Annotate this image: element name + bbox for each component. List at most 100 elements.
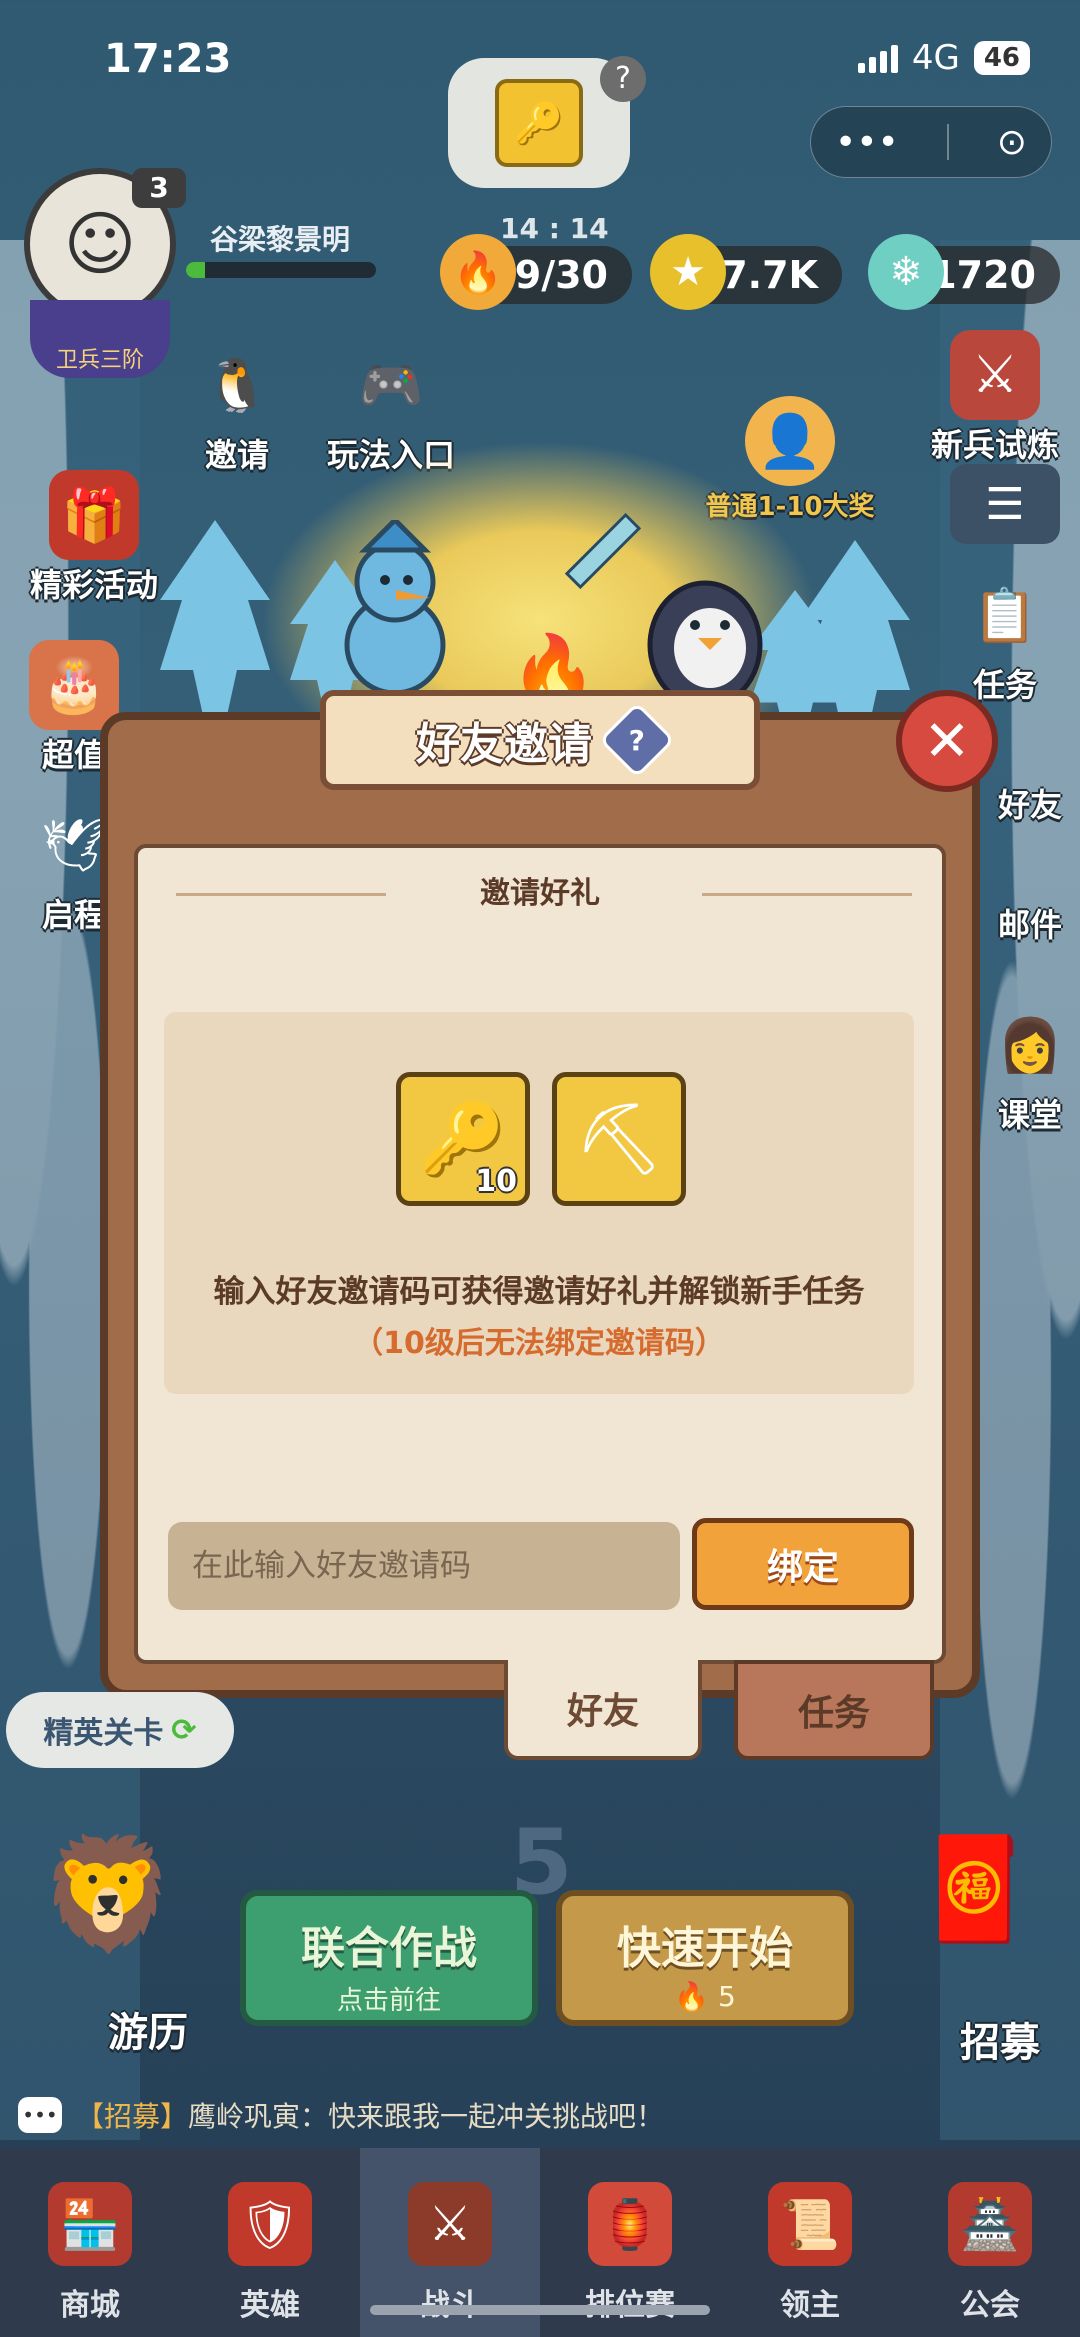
gem-value: 1720 xyxy=(930,253,1036,297)
snowman-character xyxy=(330,516,460,700)
reward-key-slot[interactable]: 🔑 10 xyxy=(396,1072,530,1206)
trial-label: 新兵试炼 xyxy=(930,426,1059,464)
section-title: 邀请好礼 xyxy=(480,876,600,911)
coop-subtitle: 点击前往 xyxy=(336,1986,441,2016)
player-xp-bar xyxy=(186,262,376,278)
key-icon: 🔑 xyxy=(495,79,583,167)
elite-stage-label: 精英关卡 xyxy=(43,1716,164,1751)
nav-lord[interactable]: 📜 领主 xyxy=(720,2148,900,2337)
tab-tasks[interactable]: 任务 xyxy=(734,1660,934,1760)
nav-shop-label: 商城 xyxy=(60,2288,120,2323)
invite-code-input[interactable] xyxy=(168,1522,680,1610)
gift-icon: 🎁 xyxy=(49,470,139,560)
nav-lord-label: 领主 xyxy=(780,2288,840,2323)
player-name: 谷梁黎景明 xyxy=(210,223,351,256)
prize-character-icon: 👤 xyxy=(745,396,835,486)
player-rank-banner: 卫兵三阶 xyxy=(30,300,170,378)
events-entry[interactable]: 🎁 精彩活动 xyxy=(24,470,164,606)
stamina-counter[interactable]: 🔥 19/30 xyxy=(440,234,632,310)
quick-start-button[interactable]: 快速开始 🔥 5 xyxy=(556,1890,854,2026)
pickaxe-icon: ⛏ xyxy=(574,1097,664,1180)
nav-shop[interactable]: 🏪 商城 xyxy=(0,2148,180,2337)
reward-key-count: 10 xyxy=(475,1164,517,1199)
nav-ranked-label: 排位赛 xyxy=(585,2280,675,2324)
dialog-title-plaque: 好友邀请 ? xyxy=(320,690,760,790)
help-icon[interactable]: ? xyxy=(598,701,676,779)
shop-icon: 🏪 xyxy=(48,2182,132,2266)
tasks-entry[interactable]: 📋 任务 xyxy=(950,570,1060,706)
mail-entry[interactable]: 邮件 xyxy=(980,900,1080,946)
dialog-title: 好友邀请 xyxy=(416,719,592,770)
events-label: 精彩活动 xyxy=(29,566,158,604)
gold-counter[interactable]: ★ 7.7K xyxy=(650,234,842,310)
elite-stage-button[interactable]: 精英关卡 ⟳ xyxy=(6,1692,234,1768)
invite-description: 输入好友邀请码可获得邀请好礼并解锁新手任务 xyxy=(213,1274,865,1310)
trial-entry[interactable]: ⚔ 新兵试炼 xyxy=(910,330,1080,466)
heroes-icon: 🛡 xyxy=(228,2182,312,2266)
menu-icon[interactable]: ☰ xyxy=(950,464,1060,544)
player-rank-label: 卫兵三阶 xyxy=(55,348,144,373)
player-xp-fill xyxy=(186,262,205,278)
help-icon-label: ? xyxy=(628,723,646,757)
quick-start-cost: 🔥 5 xyxy=(562,1980,848,2013)
divider-left xyxy=(176,893,386,896)
trial-character-icon: ⚔ xyxy=(950,330,1040,420)
refresh-icon: ⟳ xyxy=(171,1712,197,1748)
teacher-icon: 👩 xyxy=(997,1015,1063,1076)
snowy-tree-icon xyxy=(160,520,270,720)
more-options-icon[interactable]: ••• xyxy=(835,122,899,163)
invite-label: 邀请 xyxy=(204,436,269,474)
nav-guild-label: 公会 xyxy=(960,2288,1020,2323)
mail-label: 邮件 xyxy=(997,906,1062,944)
stamina-flame-icon: 🔥 xyxy=(440,234,516,310)
friends-entry[interactable]: 好友 xyxy=(980,780,1080,826)
classroom-entry[interactable]: 👩 课堂 xyxy=(980,1000,1080,1136)
reward-pickaxe-slot[interactable]: ⛏ xyxy=(552,1072,686,1206)
player-level-badge: 3 xyxy=(132,168,186,208)
chat-bar[interactable]: ••• 【招募】 鹰岭巩寅：快来跟我一起冲关挑战吧！ xyxy=(0,2090,1080,2140)
travel-label[interactable]: 游历 xyxy=(108,2000,188,2058)
ranked-icon: 🏮 xyxy=(588,2182,672,2266)
clipboard-icon: 📋 xyxy=(972,585,1038,646)
stamina-flame-icon: 🔥 xyxy=(674,1980,710,2013)
gem-counter[interactable]: ❄ 1720 xyxy=(868,234,1060,310)
nav-heroes[interactable]: 🛡 英雄 xyxy=(180,2148,360,2337)
nav-guild[interactable]: 🏯 公会 xyxy=(900,2148,1080,2337)
nav-battle-label: 战斗 xyxy=(420,2280,480,2324)
recruit-label[interactable]: 招募 xyxy=(960,2010,1040,2068)
close-miniprogram-icon[interactable]: ⊙ xyxy=(997,122,1027,163)
battle-icon: ⚔ xyxy=(408,2182,492,2266)
home-indicator xyxy=(370,2305,710,2315)
miniprogram-capsule: ••• ⊙ xyxy=(810,106,1052,178)
gem-icon: ❄ xyxy=(868,234,944,310)
penguin-invite-icon: 🐧 xyxy=(204,355,270,416)
invite-entry[interactable]: 🐧 邀请 xyxy=(182,340,292,476)
coop-title: 联合作战 xyxy=(301,1923,477,1974)
status-time: 17:23 xyxy=(104,36,232,82)
tab-friends[interactable]: 好友 xyxy=(504,1660,702,1760)
guild-icon: 🏯 xyxy=(948,2182,1032,2266)
cake-icon: 🎂 xyxy=(29,640,119,730)
signal-icon xyxy=(857,43,898,73)
divider-right xyxy=(702,893,912,896)
chat-message: 鹰岭巩寅：快来跟我一起冲关挑战吧！ xyxy=(188,2100,665,2133)
classroom-label: 课堂 xyxy=(997,1096,1062,1134)
gold-coin-icon: ★ xyxy=(650,234,726,310)
status-indicators: 4G 46 xyxy=(857,38,1030,78)
stamina-timer: 14 : 14 xyxy=(500,212,609,245)
coop-battle-button[interactable]: 联合作战 点击前往 xyxy=(240,1890,538,2026)
invite-level-note: （10级后无法绑定邀请码） xyxy=(353,1326,725,1361)
network-type: 4G xyxy=(911,38,960,78)
recruit-character-icon: 🧧 xyxy=(912,1830,1038,1947)
friends-label: 好友 xyxy=(997,786,1062,824)
chat-icon: ••• xyxy=(18,2097,62,2133)
lion-dance-icon: 🦁 xyxy=(39,1830,177,1958)
chat-tag: 【招募】 xyxy=(76,2100,189,2133)
quick-start-cost-value: 5 xyxy=(717,1980,736,2013)
nav-heroes-label: 英雄 xyxy=(240,2288,300,2323)
bind-button[interactable]: 绑定 xyxy=(692,1518,914,1610)
gold-value: 7.7K xyxy=(721,253,818,297)
close-button[interactable]: ✕ xyxy=(896,690,998,792)
key-help-icon[interactable]: ? xyxy=(600,56,646,102)
snowy-tree-icon xyxy=(800,540,910,740)
